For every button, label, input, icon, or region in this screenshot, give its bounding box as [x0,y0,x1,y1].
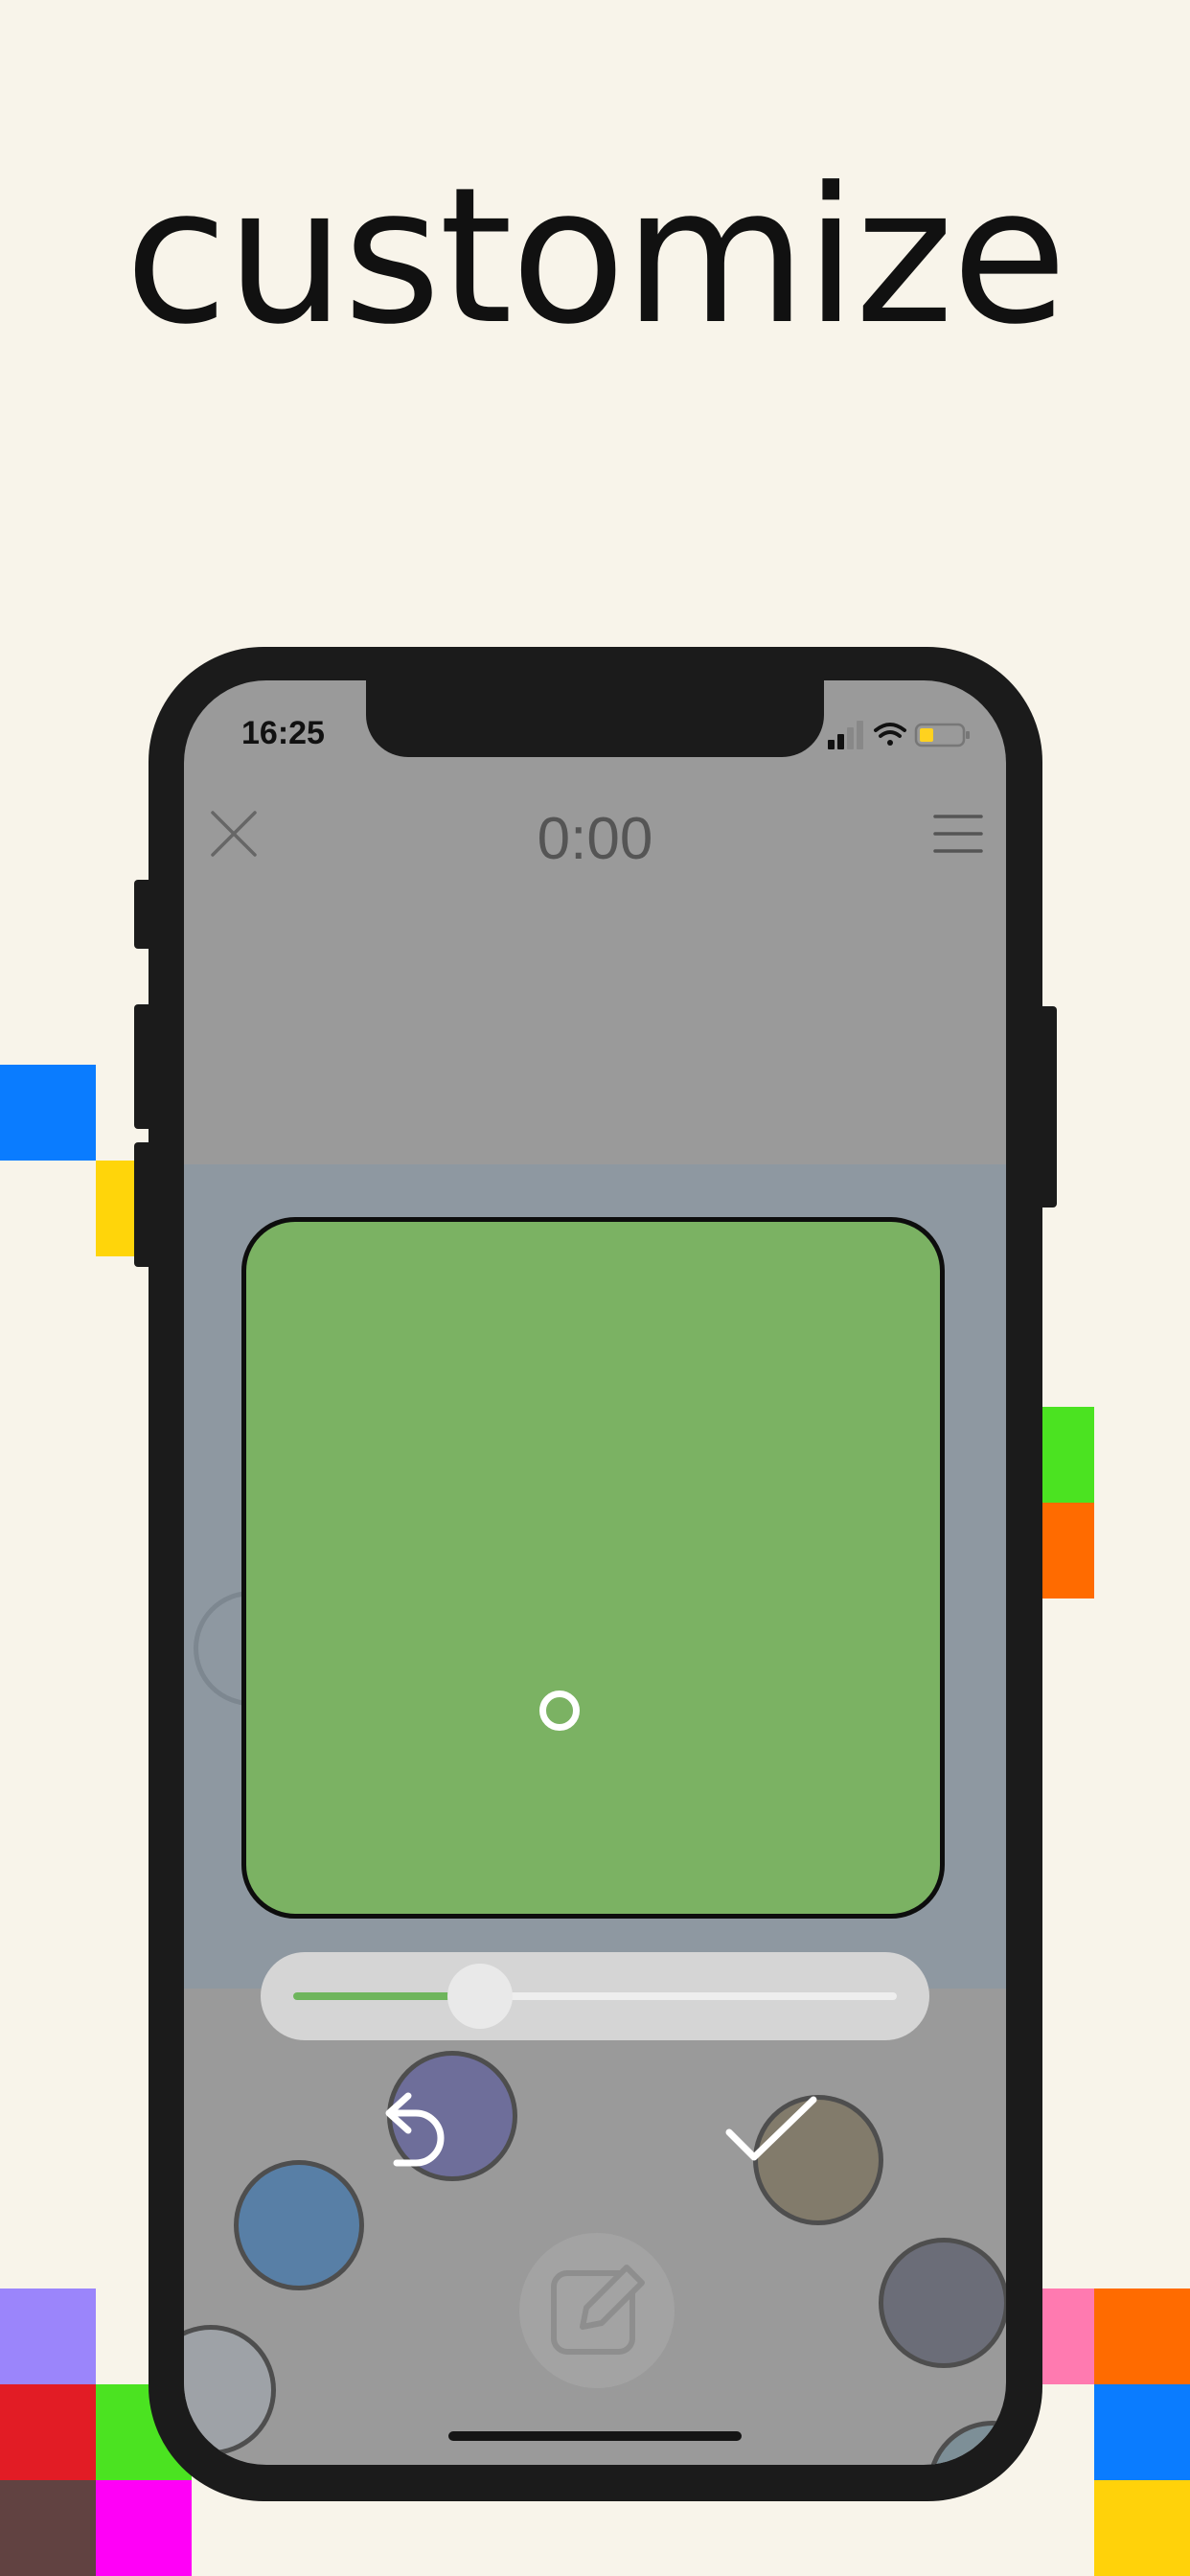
slider-thumb[interactable] [447,1964,514,2029]
decor-square-blue-2 [1094,2384,1190,2480]
decor-square-red [0,2384,96,2480]
decor-square-magenta [96,2480,192,2576]
wifi-icon [874,723,906,746]
size-slider[interactable] [261,1952,929,2040]
color-picker-card[interactable] [241,1217,945,1919]
headline: customize [125,148,1067,366]
phone-notch [366,680,824,757]
palette-dot-slate[interactable] [879,2238,1006,2368]
palette-dot-teal[interactable] [927,2421,1006,2465]
undo-icon[interactable] [374,2084,456,2176]
palette-dot-grey[interactable] [184,2325,276,2455]
palette-dot-blue[interactable] [234,2160,364,2290]
decor-square-lavender [0,2288,96,2384]
decor-square-yellow-2 [1094,2480,1190,2576]
status-icons [828,721,970,749]
home-indicator[interactable] [448,2431,742,2441]
phone-screen: 16:25 0:00 [184,680,1006,2465]
signal-icon [828,721,863,749]
checkmark-icon[interactable] [725,2094,817,2167]
edit-icon [551,2265,645,2355]
menu-icon[interactable] [931,807,985,861]
status-time: 16:25 [241,715,325,751]
decor-square-brown [0,2480,96,2576]
timer-display: 0:00 [537,806,653,872]
battery-icon [914,723,970,748]
decor-square-orange-2 [1094,2288,1190,2384]
edit-button[interactable] [519,2233,675,2388]
decor-square-blue [0,1065,96,1161]
color-picker-handle[interactable] [539,1690,580,1731]
